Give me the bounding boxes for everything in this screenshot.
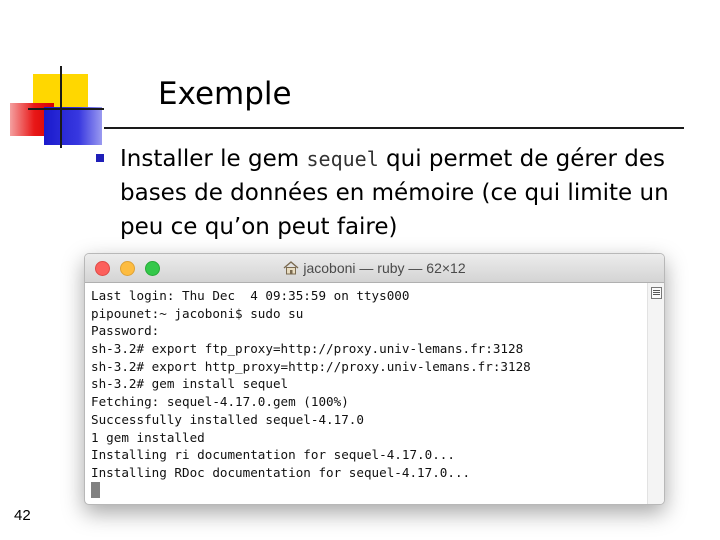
window-title: jacoboni — ruby — 62×12 (85, 254, 664, 282)
slide-title: Exemple (158, 76, 292, 112)
terminal-window[interactable]: jacoboni — ruby — 62×12 Last login: Thu … (84, 253, 665, 505)
window-title-text: jacoboni — ruby — 62×12 (303, 260, 466, 276)
slide-logo (0, 0, 110, 150)
terminal-line: Successfully installed sequel-4.17.0 (91, 411, 364, 427)
terminal-line: Installing ri documentation for sequel-4… (91, 447, 455, 463)
text-cursor (91, 481, 100, 498)
terminal-output[interactable]: Last login: Thu Dec 4 09:35:59 on ttys00… (91, 287, 641, 500)
terminal-line: sh-3.2# gem install sequel (91, 376, 289, 392)
scrollbar[interactable] (647, 283, 664, 504)
terminal-line: Installing RDoc documentation for sequel… (91, 464, 471, 480)
home-icon (283, 261, 299, 275)
terminal-line: Last login: Thu Dec 4 09:35:59 on ttys00… (91, 288, 410, 303)
logo-vertical-line (60, 66, 62, 148)
terminal-line: Fetching: sequel-4.17.0.gem (100%) (91, 394, 349, 410)
terminal-line: Password: (91, 323, 160, 339)
terminal-prompt-line[interactable] (91, 481, 641, 500)
logo-blue-block (44, 107, 102, 145)
bullet-text: Installer le gem sequel qui permet de gé… (120, 142, 712, 244)
bullet-text-prefix: Installer le gem (120, 146, 307, 172)
scrollbar-marker-icon[interactable] (651, 287, 662, 299)
terminal-line: pipounet:~ jacoboni$ sudo su (91, 305, 304, 321)
terminal-line: 1 gem installed (91, 429, 205, 445)
bullet-code: sequel (306, 147, 379, 171)
terminal-line: sh-3.2# export http_proxy=http://proxy.u… (91, 358, 531, 374)
logo-horizontal-line (28, 108, 104, 110)
terminal-titlebar[interactable]: jacoboni — ruby — 62×12 (85, 254, 664, 283)
page-number: 42 (14, 507, 31, 524)
bullet-square-icon (96, 154, 104, 162)
terminal-line: sh-3.2# export ftp_proxy=http://proxy.un… (91, 341, 524, 357)
title-divider (104, 127, 684, 129)
